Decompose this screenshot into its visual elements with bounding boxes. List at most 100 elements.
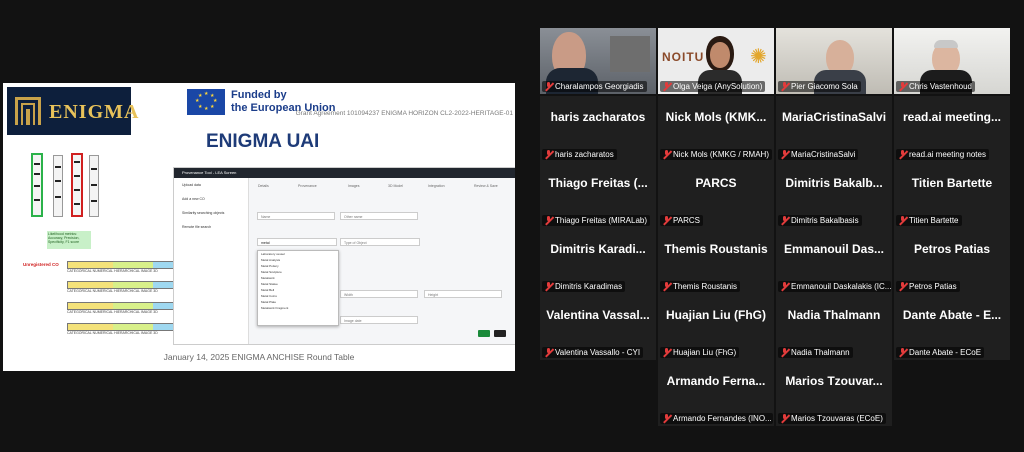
decorative-flower-icon: ✺: [750, 46, 767, 68]
sidebar-item: Similarity searching objects: [182, 211, 225, 215]
participant-tile[interactable]: Valentina Vassal... Valentina Vassallo -…: [540, 294, 656, 360]
participant-tile[interactable]: haris zacharatos haris zacharatos: [540, 96, 656, 162]
enigma-logo-icon: [15, 97, 41, 125]
participant-tile[interactable]: Chris Vastenhoud: [894, 28, 1010, 94]
participant-tile[interactable]: Armando Ferna... Armando Fernandes (INO.…: [658, 360, 774, 426]
participant-label: Dante Abate - ECoE: [896, 347, 985, 358]
mic-muted-icon: [544, 150, 553, 159]
mic-muted-icon: [780, 414, 789, 423]
participant-label: Emmanouil Daskalakis (IC...: [778, 281, 891, 292]
unregistered-co-label: Unregistered CO: [23, 262, 59, 267]
mic-muted-icon: [898, 282, 907, 291]
app-main: Details Provenance Images 3D Model Integ…: [252, 182, 512, 342]
participant-tile[interactable]: Pier Giacomo Sola: [776, 28, 892, 94]
participant-label: PARCS: [660, 215, 703, 226]
mic-muted-icon: [780, 282, 789, 291]
name-field: Name: [257, 212, 335, 220]
participant-label: Chris Vastenhoud: [896, 81, 975, 92]
slide-title: ENIGMA UAI: [206, 131, 320, 152]
participant-label: Valentina Vassallo - CYI: [542, 347, 644, 358]
participant-name: Huajian Liu (FhG): [666, 308, 766, 322]
participant-tile[interactable]: Charalampos Georgiadis: [540, 28, 656, 94]
participant-tile[interactable]: Dante Abate - E... Dante Abate - ECoE: [894, 294, 1010, 360]
participant-tile[interactable]: Marios Tzouvar... Marios Tzouvaras (ECoE…: [776, 360, 892, 426]
mic-muted-icon: [544, 82, 553, 91]
participant-tile[interactable]: Petros Patias Petros Patias: [894, 228, 1010, 294]
participant-tile[interactable]: Thiago Freitas (... Thiago Freitas (MIRA…: [540, 162, 656, 228]
sample-strip: [53, 155, 63, 217]
wizard-step: Provenance: [298, 184, 317, 188]
participant-name: Dante Abate - E...: [902, 308, 1002, 322]
participant-name: Thiago Freitas (...: [548, 176, 648, 190]
participant-name: MariaCristinaSalvi: [782, 110, 887, 124]
eu-flag-icon: ★ ★ ★ ★ ★ ★ ★ ★: [187, 89, 225, 115]
image-date-field: Image date: [340, 316, 418, 324]
provenance-tool-screenshot: Provenance Tool - LEA Screen Upload data…: [173, 167, 515, 345]
participant-label: Marios Tzouvaras (ECoE): [778, 413, 886, 424]
participant-label: MariaCristinaSalvi: [778, 149, 859, 160]
type-of-object-field: Type of Object: [340, 238, 420, 246]
participant-tile[interactable]: PARCS PARCS: [658, 162, 774, 228]
participant-label: Olga Veiga (AnySolution): [660, 81, 766, 92]
participant-tile[interactable]: Nick Mols (KMK... Nick Mols (KMKG / RMAH…: [658, 96, 774, 162]
participant-label: Charalampos Georgiadis: [542, 81, 647, 92]
enigma-logo: ENIGMA: [7, 87, 138, 135]
participant-tile[interactable]: Nadia Thalmann Nadia Thalmann: [776, 294, 892, 360]
participant-tile[interactable]: Huajian Liu (FhG) Huajian Liu (FhG): [658, 294, 774, 360]
participant-name: Dimitris Bakalb...: [785, 176, 883, 190]
mic-muted-icon: [898, 150, 907, 159]
participant-tile[interactable]: MariaCristinaSalvi MariaCristinaSalvi: [776, 96, 892, 162]
mic-muted-icon: [662, 150, 671, 159]
participant-tile[interactable]: Themis Roustanis Themis Roustanis: [658, 228, 774, 294]
participant-name: haris zacharatos: [550, 110, 646, 124]
participant-tile[interactable]: Emmanouil Das... Emmanouil Daskalakis (I…: [776, 228, 892, 294]
participant-label: read.ai meeting notes: [896, 149, 989, 160]
sidebar-item: Upload data: [182, 183, 201, 187]
participant-name: Petros Patias: [913, 242, 991, 256]
mic-muted-icon: [898, 82, 907, 91]
participant-tile[interactable]: read.ai meeting... read.ai meeting notes: [894, 96, 1010, 162]
wizard-step: Details: [258, 184, 269, 188]
mic-muted-icon: [544, 216, 553, 225]
enigma-logo-text: ENIGMA: [49, 101, 140, 123]
mic-muted-icon: [780, 150, 789, 159]
participant-label: Dimitris Karadimas: [542, 281, 626, 292]
participant-name: Marios Tzouvar...: [785, 374, 883, 388]
mic-muted-icon: [662, 348, 671, 357]
next-button: [478, 330, 490, 337]
participant-label: Nick Mols (KMKG / RMAH): [660, 149, 772, 160]
participant-name: PARCS: [695, 176, 737, 190]
save-button: [494, 330, 506, 337]
participant-label: Petros Patias: [896, 281, 960, 292]
participant-tile[interactable]: NOITU ✺ Olga Veiga (AnySolution): [658, 28, 774, 94]
height-field: Height: [424, 290, 502, 298]
mic-muted-icon: [780, 348, 789, 357]
participant-name: Emmanouil Das...: [783, 242, 885, 256]
wizard-step: Integration: [428, 184, 445, 188]
mic-muted-icon: [662, 414, 671, 423]
wizard-step: Review & Save: [474, 184, 498, 188]
mic-muted-icon: [544, 282, 553, 291]
wizard-step: Images: [348, 184, 360, 188]
participant-label: Pier Giacomo Sola: [778, 81, 861, 92]
participant-tile[interactable]: Titien Bartette Titien Bartette: [894, 162, 1010, 228]
mic-muted-icon: [544, 348, 553, 357]
participant-label: Huajian Liu (FhG): [660, 347, 740, 358]
mic-muted-icon: [662, 82, 671, 91]
mic-muted-icon: [780, 82, 789, 91]
participant-name: Dimitris Karadi...: [550, 242, 646, 256]
participant-label: Armando Fernandes (INO...: [660, 413, 773, 424]
mic-muted-icon: [898, 216, 907, 225]
participant-label: Dimitris Bakalbasis: [778, 215, 862, 226]
sidebar-item: Add a new CO: [182, 197, 205, 201]
background-text: NOITU: [662, 50, 705, 64]
participant-name: Nick Mols (KMK...: [665, 110, 767, 124]
participant-label: Nadia Thalmann: [778, 347, 853, 358]
participant-label: Thiago Freitas (MIRALab): [542, 215, 651, 226]
participant-label: Themis Roustanis: [660, 281, 741, 292]
participant-tile[interactable]: Dimitris Bakalb... Dimitris Bakalbasis: [776, 162, 892, 228]
app-sidebar: Upload data Add a new CO Similarity sear…: [174, 178, 249, 344]
search-field: metal: [257, 238, 337, 246]
participant-tile[interactable]: Dimitris Karadi... Dimitris Karadimas: [540, 228, 656, 294]
mic-muted-icon: [898, 348, 907, 357]
